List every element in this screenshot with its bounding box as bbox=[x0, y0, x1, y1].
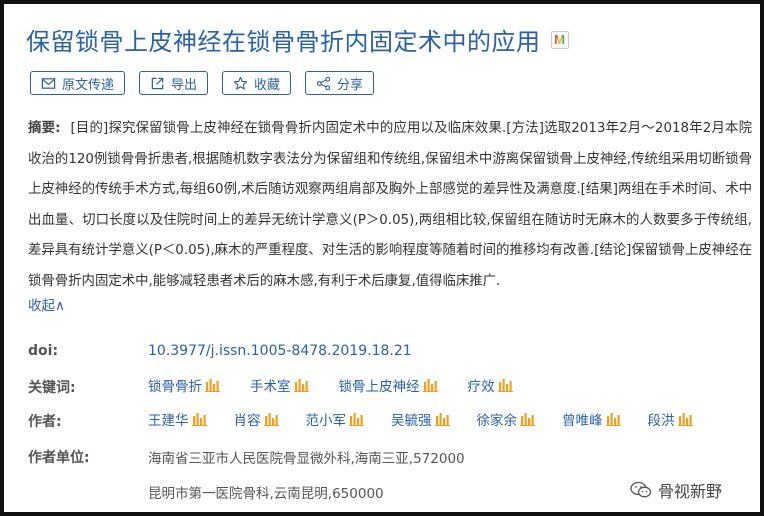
doi-link[interactable]: 10.3977/j.issn.1005-8478.2019.18.21 bbox=[148, 343, 412, 359]
share-label: 分享 bbox=[337, 77, 364, 93]
keyword-text: 锁骨骨折 bbox=[148, 379, 202, 395]
stats-bar-icon[interactable] bbox=[605, 412, 621, 426]
affiliation-label: 作者单位: bbox=[28, 450, 90, 466]
stats-bar-icon[interactable] bbox=[422, 378, 438, 392]
stats-bar-icon[interactable] bbox=[434, 412, 450, 426]
stats-bar-icon[interactable] bbox=[677, 412, 693, 426]
authors-label: 作者: bbox=[28, 414, 62, 430]
article-title: 保留锁骨上皮神经在锁骨骨折内固定术中的应用 bbox=[26, 28, 541, 56]
keywords-list: 锁骨骨折 手术室 锁骨上皮神经 疗效 bbox=[148, 375, 513, 395]
abstract-label: 摘要: bbox=[28, 121, 61, 136]
keyword-link[interactable]: 锁骨骨折 bbox=[148, 375, 220, 395]
author-link[interactable]: 曾唯峰 bbox=[562, 409, 621, 429]
keyword-text: 手术室 bbox=[250, 379, 291, 395]
share-button[interactable]: 分享 bbox=[305, 71, 375, 95]
export-icon bbox=[151, 77, 164, 89]
stats-bar-icon[interactable] bbox=[349, 412, 364, 426]
author-text: 曾唯峰 bbox=[562, 413, 603, 429]
keyword-link[interactable]: 手术室 bbox=[250, 375, 309, 395]
abstract-text: [目的]探究保留锁骨上皮神经在锁骨骨折内固定术中的应用以及临床效果.[方法]选取… bbox=[28, 121, 752, 289]
affiliation-2: 昆明市第一医院骨科,云南昆明,650000 bbox=[148, 486, 384, 502]
mail-icon bbox=[41, 77, 56, 89]
stats-bar-icon[interactable] bbox=[497, 378, 513, 392]
author-link[interactable]: 徐家余 bbox=[476, 409, 535, 429]
author-link[interactable]: 肖容 bbox=[234, 409, 279, 429]
author-link[interactable]: 段洪 bbox=[648, 409, 693, 429]
favorite-label: 收藏 bbox=[254, 77, 281, 93]
title-row: 保留锁骨上皮神经在锁骨骨折内固定术中的应用 M bbox=[26, 22, 569, 57]
stats-bar-icon[interactable] bbox=[191, 412, 207, 426]
keywords-label: 关键词: bbox=[28, 380, 76, 396]
abstract: 摘要: [目的]探究保留锁骨上皮神经在锁骨骨折内固定术中的应用以及临床效果.[方法… bbox=[28, 114, 752, 297]
authors-list: 王建华 肖容 范小军 吴毓强 徐家余 曾唯峰 段洪 bbox=[148, 409, 693, 429]
affiliation-1: 海南省三亚市人民医院骨显微外科,海南三亚,572000 bbox=[148, 451, 465, 467]
watermark-text: 骨视新野 bbox=[658, 482, 723, 501]
full-text-delivery-button[interactable]: 原文传递 bbox=[30, 71, 126, 95]
collapse-link[interactable]: 收起∧ bbox=[28, 294, 65, 314]
author-text: 范小军 bbox=[305, 413, 347, 429]
author-link[interactable]: 范小军 bbox=[305, 409, 364, 429]
doi-label: doi: bbox=[28, 343, 59, 359]
author-text: 徐家余 bbox=[476, 413, 518, 429]
author-text: 吴毓强 bbox=[391, 413, 432, 429]
favorite-button[interactable]: 收藏 bbox=[222, 71, 292, 95]
author-link[interactable]: 王建华 bbox=[148, 409, 207, 429]
stats-bar-icon[interactable] bbox=[263, 412, 279, 426]
stats-bar-icon[interactable] bbox=[205, 378, 220, 392]
keyword-text: 疗效 bbox=[467, 379, 495, 395]
watermark: 骨视新野 bbox=[630, 478, 722, 502]
article-card: 保留锁骨上皮神经在锁骨骨折内固定术中的应用 M 原文传递 导出 收藏 分享 摘要… bbox=[0, 0, 764, 516]
author-text: 肖容 bbox=[233, 413, 261, 429]
author-text: 段洪 bbox=[647, 413, 675, 429]
keyword-link[interactable]: 锁骨上皮神经 bbox=[339, 375, 438, 395]
m-logo-icon[interactable]: M bbox=[550, 30, 569, 49]
share-icon bbox=[316, 76, 331, 90]
author-text: 王建华 bbox=[148, 413, 189, 429]
keyword-text: 锁骨上皮神经 bbox=[338, 379, 420, 395]
wechat-icon bbox=[630, 481, 652, 498]
export-label: 导出 bbox=[171, 77, 198, 93]
author-link[interactable]: 吴毓强 bbox=[391, 409, 450, 429]
keyword-link[interactable]: 疗效 bbox=[468, 375, 513, 395]
stats-bar-icon[interactable] bbox=[520, 412, 535, 426]
export-button[interactable]: 导出 bbox=[139, 71, 209, 95]
star-icon bbox=[233, 76, 248, 90]
full-text-delivery-label: 原文传递 bbox=[62, 77, 115, 93]
stats-bar-icon[interactable] bbox=[293, 378, 309, 392]
toolbar: 原文传递 导出 收藏 分享 bbox=[30, 71, 375, 95]
